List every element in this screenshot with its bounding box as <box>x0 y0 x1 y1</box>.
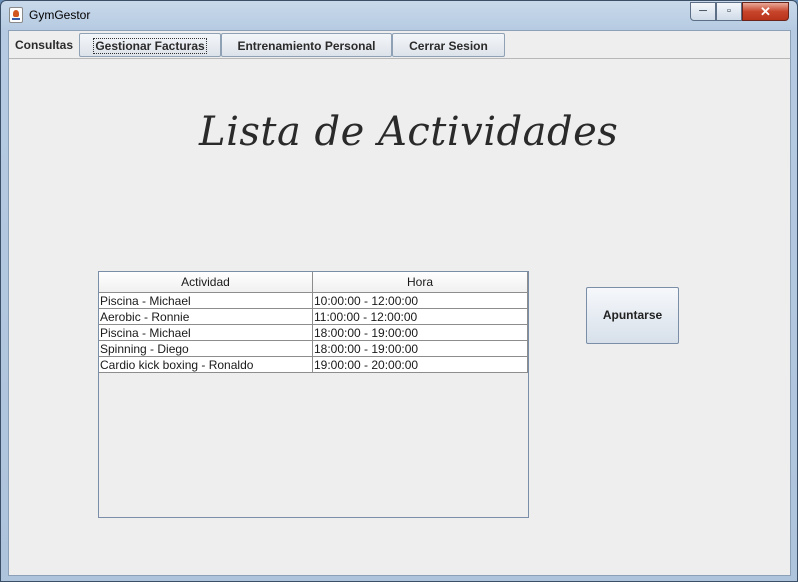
menu-bar: Consultas Gestionar Facturas Entrenamien… <box>9 31 790 59</box>
cell-hora[interactable]: 11:00:00 - 12:00:00 <box>312 308 528 325</box>
menu-entrenamiento-personal[interactable]: Entrenamiento Personal <box>221 33 392 57</box>
activities-table[interactable]: Actividad Hora Piscina - Michael 10:00:0… <box>99 272 528 373</box>
menu-gestionar-facturas-label: Gestionar Facturas <box>93 38 207 54</box>
cell-actividad[interactable]: Piscina - Michael <box>99 292 313 309</box>
cell-actividad[interactable]: Spinning - Diego <box>99 340 313 357</box>
menu-consultas[interactable]: Consultas <box>9 33 79 57</box>
menu-cerrar-sesion[interactable]: Cerrar Sesion <box>392 33 505 57</box>
menu-gestionar-facturas[interactable]: Gestionar Facturas <box>79 33 221 57</box>
cell-hora[interactable]: 10:00:00 - 12:00:00 <box>312 292 528 309</box>
close-icon: ✕ <box>760 4 771 19</box>
menu-cerrar-sesion-label: Cerrar Sesion <box>409 39 488 53</box>
apuntarse-button[interactable]: Apuntarse <box>586 287 679 344</box>
column-header-actividad[interactable]: Actividad <box>99 272 313 293</box>
column-header-hora[interactable]: Hora <box>312 272 528 293</box>
cell-actividad[interactable]: Aerobic - Ronnie <box>99 308 313 325</box>
activities-table-scrollpane[interactable]: Actividad Hora Piscina - Michael 10:00:0… <box>98 271 529 518</box>
cell-hora[interactable]: 18:00:00 - 19:00:00 <box>312 340 528 357</box>
window-title: GymGestor <box>29 8 91 22</box>
cell-actividad[interactable]: Piscina - Michael <box>99 324 313 341</box>
java-app-icon <box>9 7 23 23</box>
page-title: Lista de Actividades <box>199 109 619 155</box>
maximize-button[interactable]: ▫ <box>716 2 742 21</box>
cell-hora[interactable]: 18:00:00 - 19:00:00 <box>312 324 528 341</box>
close-button[interactable]: ✕ <box>742 2 789 21</box>
minimize-icon: ─ <box>699 5 707 17</box>
table-row[interactable]: Piscina - Michael 10:00:00 - 12:00:00 <box>99 292 528 309</box>
cell-actividad[interactable]: Cardio kick boxing - Ronaldo <box>99 356 313 373</box>
table-row[interactable]: Cardio kick boxing - Ronaldo 19:00:00 - … <box>99 356 528 373</box>
table-row[interactable]: Piscina - Michael 18:00:00 - 19:00:00 <box>99 324 528 341</box>
content-pane: Consultas Gestionar Facturas Entrenamien… <box>8 30 791 576</box>
app-window: GymGestor ─ ▫ ✕ Consultas Gestionar Fact… <box>0 0 798 582</box>
maximize-icon: ▫ <box>727 5 731 17</box>
table-row[interactable]: Spinning - Diego 18:00:00 - 19:00:00 <box>99 340 528 357</box>
table-row[interactable]: Aerobic - Ronnie 11:00:00 - 12:00:00 <box>99 308 528 325</box>
minimize-button[interactable]: ─ <box>690 2 716 21</box>
menu-consultas-label: Consultas <box>14 38 73 52</box>
title-bar[interactable]: GymGestor ─ ▫ ✕ <box>1 1 797 29</box>
table-header-row: Actividad Hora <box>99 272 528 293</box>
cell-hora[interactable]: 19:00:00 - 20:00:00 <box>312 356 528 373</box>
menu-entrenamiento-personal-label: Entrenamiento Personal <box>237 39 376 53</box>
